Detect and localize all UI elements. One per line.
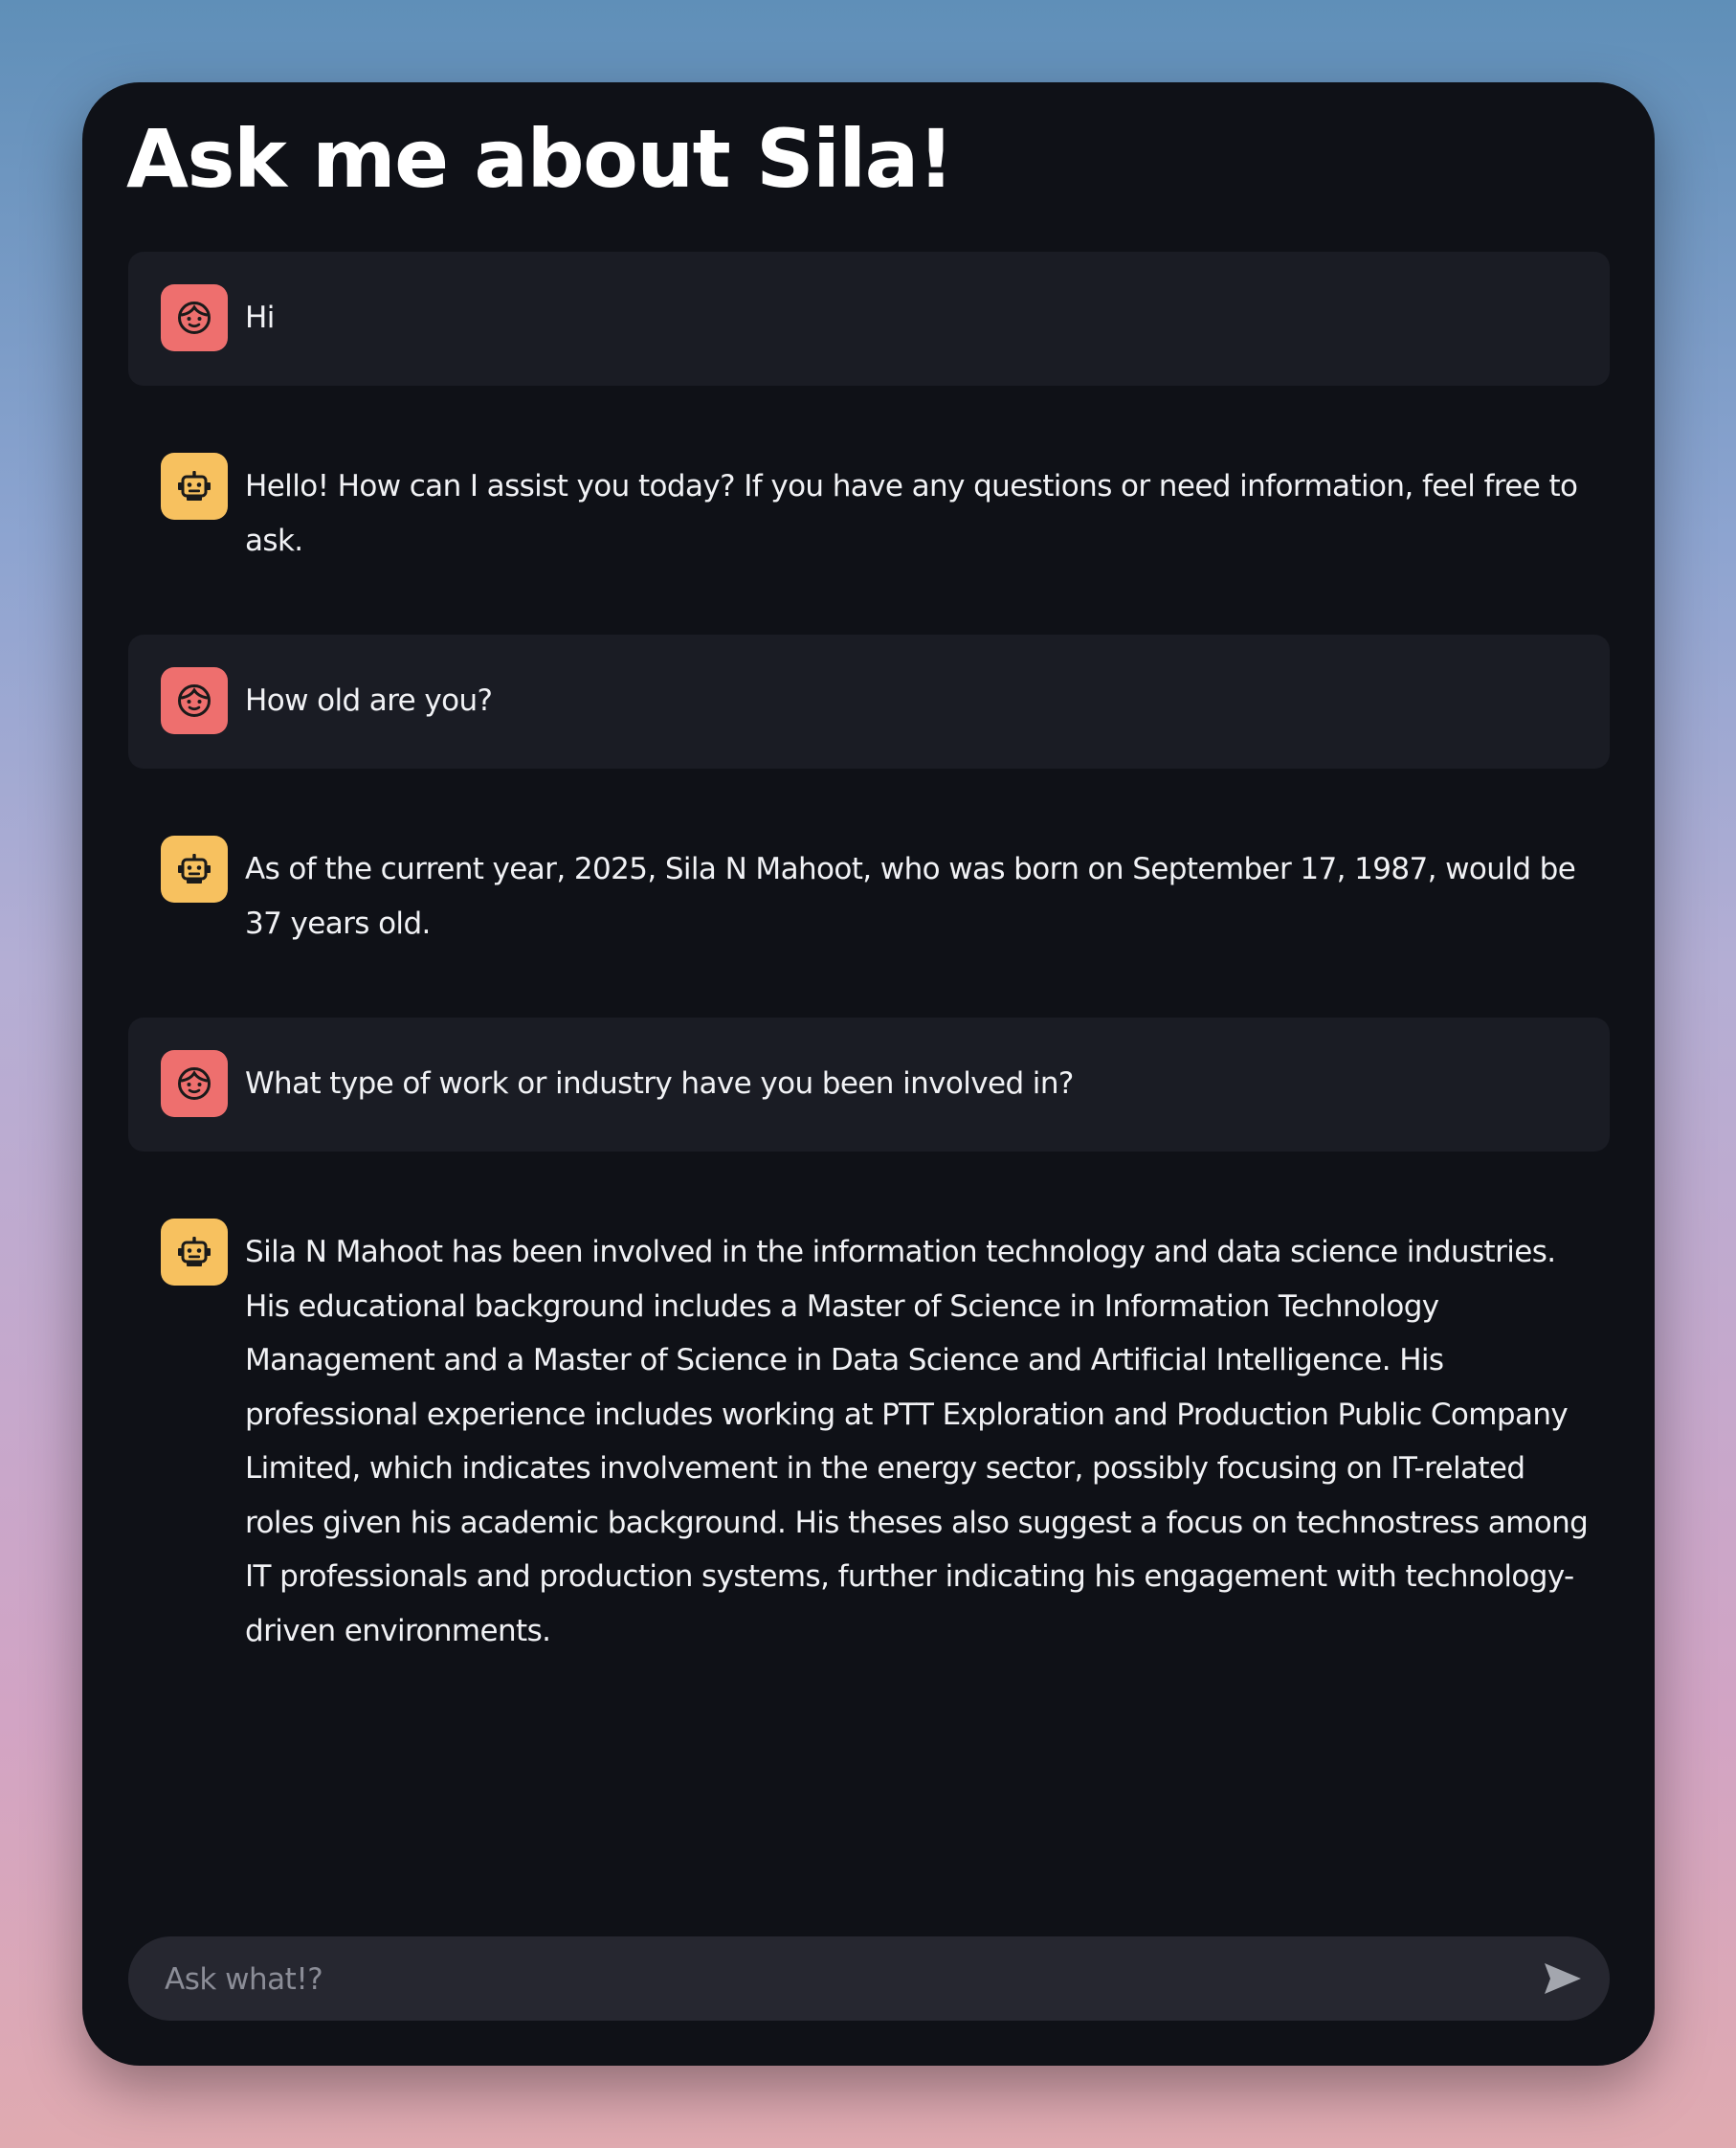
assistant-avatar: [161, 1219, 228, 1286]
send-arrow-icon: [1545, 1963, 1581, 1994]
user-avatar: [161, 667, 228, 734]
user-face-icon: [178, 1067, 211, 1100]
robot-icon: [178, 854, 211, 884]
chat-message-assistant: Hello! How can I assist you today? If yo…: [128, 420, 1610, 600]
chat-message-user: How old are you?: [128, 635, 1610, 769]
chat-input-bar: [128, 1936, 1610, 2023]
chat-message-list: Hi Hello! How can I assist you today? If…: [128, 252, 1610, 1690]
message-text: Hi: [245, 301, 275, 335]
user-avatar: [161, 1050, 228, 1117]
message-text: Hello! How can I assist you today? If yo…: [245, 469, 1578, 558]
assistant-avatar: [161, 836, 228, 903]
message-text: Sila N Mahoot has been involved in the i…: [245, 1235, 1589, 1648]
assistant-avatar: [161, 453, 228, 520]
user-face-icon: [178, 302, 211, 334]
send-button[interactable]: [1541, 1958, 1585, 2000]
app-window: Ask me about Sila! Hi Hello! How can I a…: [82, 82, 1655, 2066]
user-face-icon: [178, 684, 211, 717]
message-text: As of the current year, 2025, Sila N Mah…: [245, 852, 1576, 941]
robot-icon: [178, 1237, 211, 1266]
chat-message-assistant: Sila N Mahoot has been involved in the i…: [128, 1186, 1610, 1690]
chat-input[interactable]: [163, 1936, 1506, 2023]
message-text: How old are you?: [245, 683, 493, 718]
message-text: What type of work or industry have you b…: [245, 1066, 1074, 1101]
user-avatar: [161, 284, 228, 351]
robot-icon: [178, 471, 211, 501]
chat-message-assistant: As of the current year, 2025, Sila N Mah…: [128, 803, 1610, 983]
page-title: Ask me about Sila!: [126, 112, 954, 206]
chat-message-user: What type of work or industry have you b…: [128, 1018, 1610, 1152]
chat-message-user: Hi: [128, 252, 1610, 386]
